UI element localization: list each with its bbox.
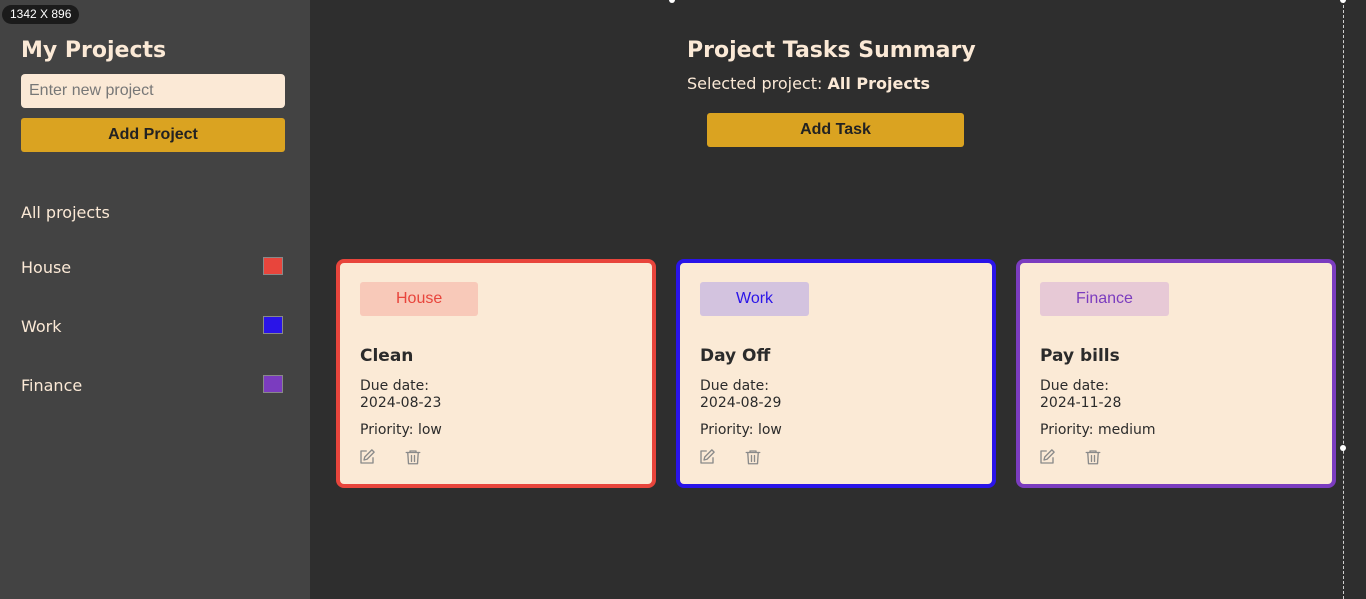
trash-icon[interactable] — [1084, 448, 1104, 468]
task-card: Finance Pay bills Due date: 2024-11-28 P… — [1016, 259, 1336, 488]
priority-label: Priority: low — [700, 422, 782, 438]
new-project-input[interactable] — [21, 74, 285, 108]
due-date-label: Due date: — [360, 378, 430, 394]
add-task-button[interactable]: Add Task — [707, 113, 964, 147]
due-date-label: Due date: — [1040, 378, 1110, 394]
task-card: Work Day Off Due date: 2024-08-29 Priori… — [676, 259, 996, 488]
edit-icon[interactable] — [358, 448, 378, 468]
sidebar: My Projects Add Project All projects Hou… — [0, 0, 310, 599]
sidebar-item-label: Finance — [21, 376, 83, 395]
due-date-label: Due date: — [700, 378, 770, 394]
resize-handle-right[interactable] — [1340, 445, 1346, 451]
resize-handle-top-right[interactable] — [1340, 0, 1346, 3]
sidebar-item-label: Work — [21, 317, 62, 336]
frame-right-edge — [1343, 0, 1344, 599]
project-tag: Finance — [1040, 282, 1169, 316]
edit-icon[interactable] — [1038, 448, 1058, 468]
due-date-value: 2024-08-23 — [360, 395, 442, 411]
resize-handle-top[interactable] — [669, 0, 675, 3]
sidebar-item-house[interactable]: House — [21, 257, 283, 279]
edit-icon[interactable] — [698, 448, 718, 468]
sidebar-item-work[interactable]: Work — [21, 316, 283, 338]
due-date-value: 2024-11-28 — [1040, 395, 1122, 411]
page-title: Project Tasks Summary — [687, 38, 976, 63]
selected-project-value: All Projects — [827, 74, 930, 93]
task-title: Day Off — [700, 346, 771, 366]
project-tag: House — [360, 282, 479, 316]
trash-icon[interactable] — [744, 448, 764, 468]
task-title: Clean — [360, 346, 414, 366]
sidebar-item-label: All projects — [21, 203, 110, 222]
task-card: House Clean Due date: 2024-08-23 Priorit… — [336, 259, 656, 488]
size-badge: 1342 X 896 — [2, 5, 80, 24]
selected-project: Selected project: All Projects — [687, 73, 930, 95]
sidebar-item-label: House — [21, 258, 72, 277]
project-tag: Work — [700, 282, 810, 316]
trash-icon[interactable] — [404, 448, 424, 468]
sidebar-title: My Projects — [21, 38, 167, 63]
task-title: Pay bills — [1040, 346, 1120, 366]
project-color-swatch — [263, 375, 283, 393]
project-color-swatch — [263, 257, 283, 275]
due-date-value: 2024-08-29 — [700, 395, 782, 411]
priority-label: Priority: medium — [1040, 422, 1156, 438]
priority-label: Priority: low — [360, 422, 442, 438]
sidebar-item-all-projects[interactable]: All projects — [21, 202, 283, 224]
project-color-swatch — [263, 316, 283, 334]
selected-project-label: Selected project: — [687, 74, 823, 93]
add-project-button[interactable]: Add Project — [21, 118, 285, 152]
sidebar-item-finance[interactable]: Finance — [21, 375, 283, 397]
